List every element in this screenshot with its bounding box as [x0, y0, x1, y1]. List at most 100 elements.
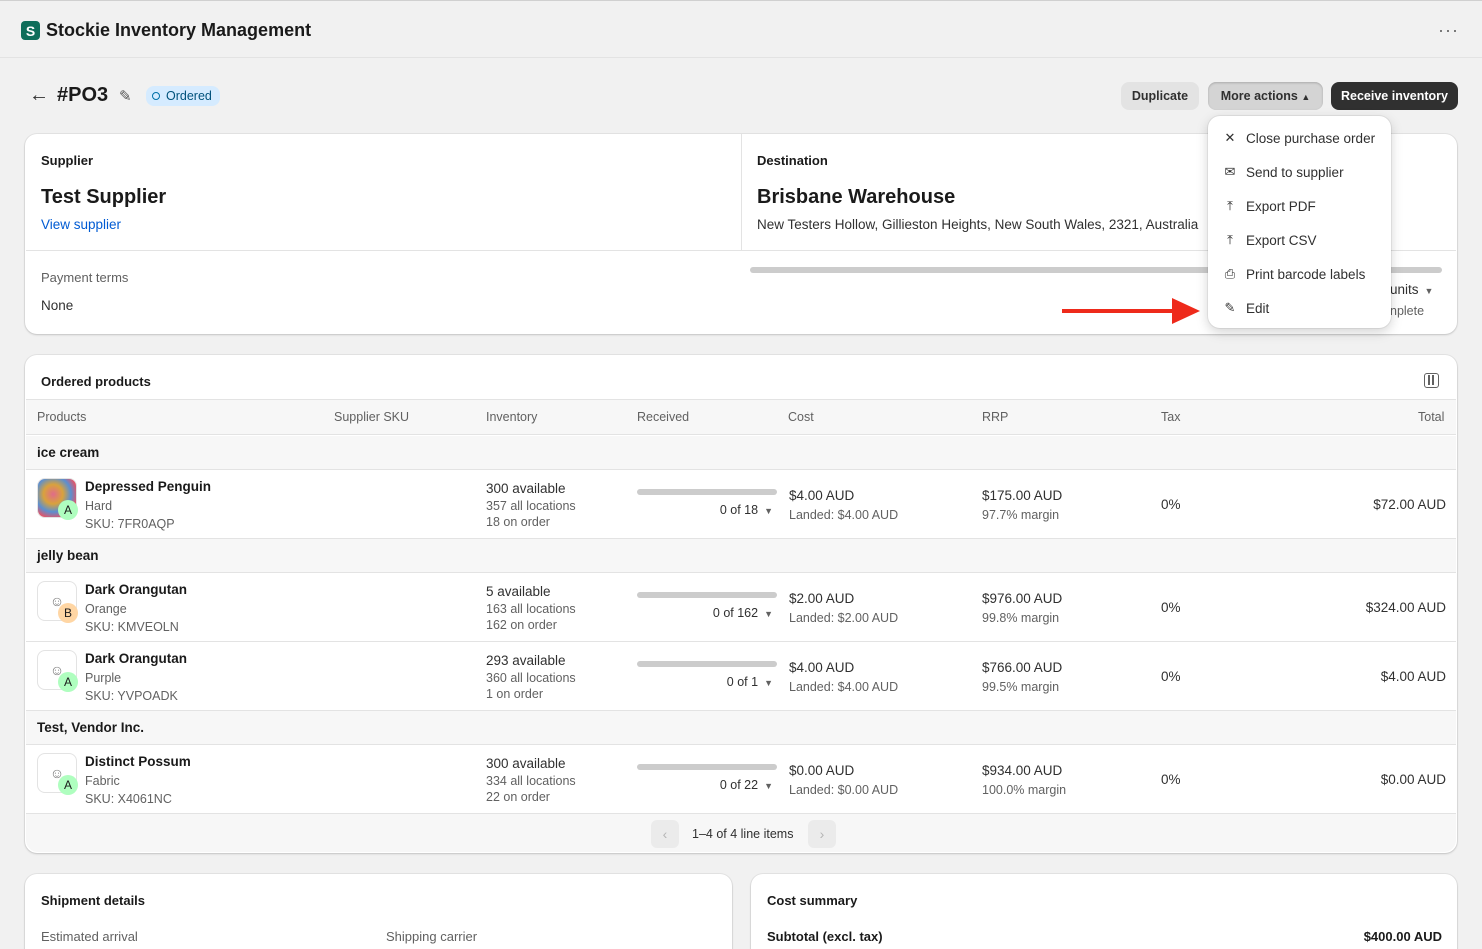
landed-cost: Landed: $2.00 AUD — [789, 611, 899, 625]
supplier-name: Test Supplier — [41, 186, 167, 208]
inventory-locations: 334 all locations — [486, 774, 576, 788]
menu-item-edit[interactable]: ✎ Edit — [1208, 293, 1391, 323]
product-variant: Hard — [85, 499, 113, 513]
column-header: Inventory — [486, 410, 538, 424]
product-name[interactable]: Depressed Penguin — [85, 479, 211, 494]
chevron-down-icon: ▼ — [764, 678, 773, 688]
table-header — [26, 399, 1456, 435]
subtotal-label: Subtotal (excl. tax) — [767, 929, 883, 944]
more-actions-menu: ✕ Close purchase order ✉ Send to supplie… — [1208, 116, 1391, 328]
product-sku: SKU: KMVEOLN — [85, 620, 179, 634]
app-bar: S Stockie Inventory Management ··· — [0, 0, 1482, 58]
units-selector[interactable]: units ▼ — [1390, 282, 1433, 297]
column-header: Products — [37, 410, 87, 424]
printer-icon: ⎙ — [1224, 266, 1236, 281]
cost-summary-title: Cost summary — [767, 893, 858, 908]
view-supplier-link[interactable]: View supplier — [41, 217, 121, 232]
received-selector[interactable]: 0 of 22 ▼ — [637, 778, 773, 792]
variant-badge: A — [58, 500, 78, 520]
product-name[interactable]: Distinct Possum — [85, 754, 191, 769]
landed-cost: Landed: $0.00 AUD — [789, 783, 899, 797]
divider — [741, 134, 742, 250]
column-header: Cost — [788, 410, 814, 424]
margin-value: 99.8% margin — [982, 611, 1060, 625]
units-label: units — [1390, 282, 1419, 297]
app-title: Stockie Inventory Management — [46, 20, 312, 40]
rrp-value: $766.00 AUD — [982, 660, 1063, 675]
product-sku: SKU: YVPOADK — [85, 689, 178, 703]
product-variant: Purple — [85, 671, 122, 685]
inventory-on-order: 18 on order — [486, 515, 550, 529]
column-header: Tax — [1161, 410, 1181, 424]
margin-value: 100.0% margin — [982, 783, 1067, 797]
payment-terms-label: Payment terms — [41, 270, 129, 285]
product-variant: Fabric — [85, 774, 120, 788]
inventory-locations: 163 all locations — [486, 602, 576, 616]
shipping-carrier-label: Shipping carrier — [386, 929, 478, 944]
received-selector[interactable]: 0 of 18 ▼ — [637, 503, 773, 517]
chevron-up-icon: ▲ — [1301, 92, 1311, 102]
tax-value: 0% — [1161, 669, 1181, 684]
menu-item-export-csv[interactable]: ⤒ Export CSV — [1208, 225, 1391, 255]
destination-label: Destination — [757, 153, 828, 168]
product-name[interactable]: Dark Orangutan — [85, 651, 187, 666]
duplicate-button[interactable]: Duplicate — [1121, 82, 1199, 110]
chevron-down-icon: ▼ — [764, 609, 773, 619]
app-more-icon[interactable]: ··· — [1438, 20, 1459, 41]
received-progress-bar — [637, 661, 777, 667]
complete-label: nplete — [1390, 304, 1425, 318]
received-selector[interactable]: 0 of 1 ▼ — [637, 675, 773, 689]
group-row — [26, 710, 1456, 745]
columns-icon[interactable] — [1424, 373, 1439, 388]
inventory-available: 300 available — [486, 481, 566, 496]
variant-badge: A — [58, 775, 78, 795]
tax-value: 0% — [1161, 772, 1181, 787]
destination-name: Brisbane Warehouse — [757, 186, 956, 208]
menu-item-print-barcode-labels[interactable]: ⎙ Print barcode labels — [1208, 259, 1391, 289]
cost-value: $2.00 AUD — [789, 591, 855, 606]
receive-inventory-button[interactable]: Receive inventory — [1331, 82, 1458, 110]
previous-page-button[interactable]: ‹ — [651, 820, 679, 848]
pencil-icon[interactable]: ✎ — [119, 87, 132, 105]
received-selector[interactable]: 0 of 162 ▼ — [637, 606, 773, 620]
group-row — [26, 436, 1456, 470]
received-progress-bar — [637, 592, 777, 598]
export-icon: ⤒ — [1227, 198, 1233, 213]
cost-value: $4.00 AUD — [789, 488, 855, 503]
rrp-value: $175.00 AUD — [982, 488, 1063, 503]
total-value: $324.00 AUD — [1365, 600, 1446, 615]
more-actions-button[interactable]: More actions ▲ — [1208, 82, 1323, 110]
more-actions-label: More actions — [1220, 89, 1298, 103]
shipment-details-title: Shipment details — [41, 893, 146, 908]
inventory-on-order: 162 on order — [486, 618, 557, 632]
row-divider — [26, 641, 1456, 642]
next-page-button[interactable]: › — [808, 820, 836, 848]
margin-value: 97.7% margin — [982, 508, 1060, 522]
cost-value: $4.00 AUD — [789, 660, 855, 675]
menu-item-send-to-supplier[interactable]: ✉ Send to supplier — [1208, 157, 1391, 187]
supplier-label: Supplier — [41, 153, 94, 168]
chevron-down-icon: ▼ — [1424, 286, 1434, 296]
product-variant: Orange — [85, 602, 127, 616]
annotation-arrow-icon — [1062, 298, 1200, 324]
product-name[interactable]: Dark Orangutan — [85, 582, 187, 597]
menu-item-close-purchase-order[interactable]: ✕ Close purchase order — [1208, 123, 1391, 153]
menu-item-label: Edit — [1246, 300, 1270, 316]
pencil-icon: ✎ — [1224, 300, 1236, 315]
close-icon: ✕ — [1224, 130, 1236, 145]
back-arrow-icon[interactable]: ← — [29, 84, 49, 107]
menu-item-label: Export PDF — [1246, 198, 1316, 214]
landed-cost: Landed: $4.00 AUD — [789, 508, 899, 522]
inventory-on-order: 22 on order — [486, 790, 550, 804]
variant-badge: B — [58, 603, 78, 623]
menu-item-export-pdf[interactable]: ⤒ Export PDF — [1208, 191, 1391, 221]
landed-cost: Landed: $4.00 AUD — [789, 680, 899, 694]
menu-item-label: Print barcode labels — [1246, 266, 1366, 282]
total-value: $0.00 AUD — [1380, 772, 1446, 787]
chevron-down-icon: ▼ — [764, 781, 773, 791]
received-count: 0 of 1 — [726, 675, 759, 689]
tax-value: 0% — [1161, 497, 1181, 512]
pagination: ‹ 1–4 of 4 line items › — [651, 820, 836, 848]
rrp-value: $976.00 AUD — [982, 591, 1063, 606]
menu-item-label: Send to supplier — [1246, 164, 1344, 180]
